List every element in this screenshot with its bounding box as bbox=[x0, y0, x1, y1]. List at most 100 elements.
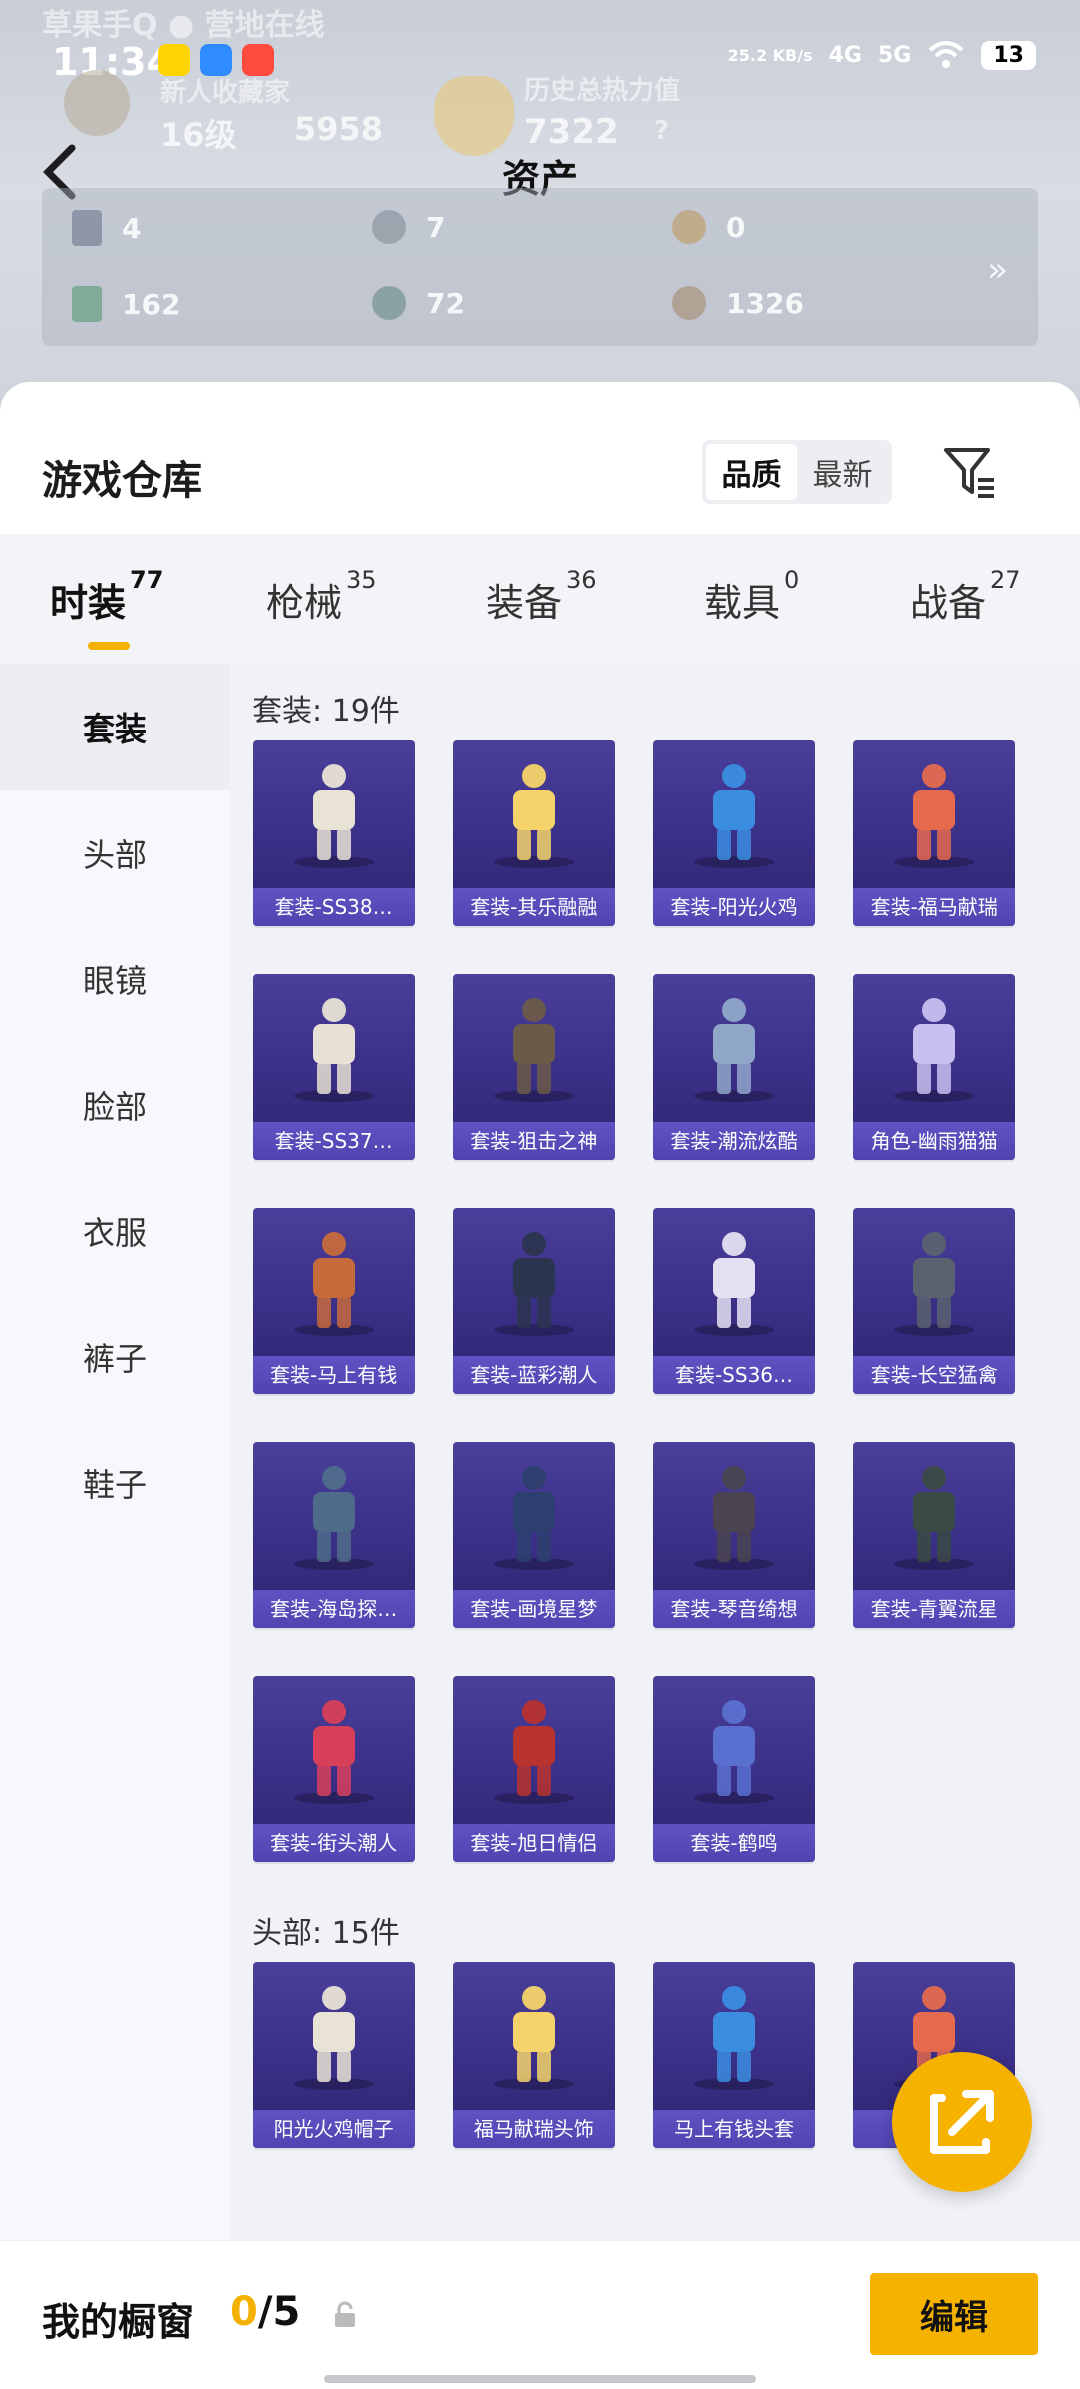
coin-a-icon bbox=[672, 210, 706, 244]
header-background: 草果手Q ● 营地在线 11:34 25.2 KB/s 4G 5G 13 新人收… bbox=[0, 0, 1080, 420]
item-card[interactable]: 套装-SS38… bbox=[252, 740, 415, 926]
item-thumbnail bbox=[694, 1466, 774, 1570]
status-indicators: 25.2 KB/s 4G 5G 13 bbox=[728, 40, 1036, 70]
points-value: 5958 bbox=[294, 110, 384, 148]
item-card[interactable]: 套装-海岛探… bbox=[252, 1442, 415, 1628]
badge-icon bbox=[64, 70, 130, 136]
item-card[interactable]: 套装-街头潮人 bbox=[252, 1676, 415, 1862]
asset-panel[interactable]: 4 7 0 162 72 1326 » bbox=[42, 188, 1038, 346]
item-label: 套装-琴音绮想 bbox=[653, 1590, 815, 1628]
item-label: 套装-马上有钱 bbox=[252, 1356, 415, 1394]
item-thumbnail bbox=[694, 1232, 774, 1336]
item-thumbnail bbox=[694, 998, 774, 1102]
section-title-head: 头部: 15件 bbox=[252, 1916, 400, 1951]
item-thumbnail bbox=[293, 1466, 374, 1570]
share-button[interactable] bbox=[892, 2052, 1032, 2192]
item-card[interactable]: 阳光火鸡帽子 bbox=[252, 1962, 415, 2148]
heat-label: 历史总热力值 bbox=[524, 76, 681, 106]
side-item-suit[interactable]: 套装 bbox=[0, 664, 230, 790]
item-label: 套装-蓝彩潮人 bbox=[452, 1356, 615, 1394]
asset-gem: 72 bbox=[372, 286, 465, 320]
help-icon[interactable]: ? bbox=[654, 116, 669, 146]
net-1: 4G bbox=[828, 42, 862, 68]
filter-icon[interactable] bbox=[942, 444, 998, 500]
level-label: 新人收藏家 bbox=[160, 78, 291, 108]
heat-value: 7322 bbox=[524, 112, 619, 152]
side-item-head[interactable]: 头部 bbox=[0, 790, 230, 916]
wifi-icon bbox=[929, 41, 964, 68]
warehouse-title: 游戏仓库 bbox=[42, 458, 202, 504]
item-thumbnail bbox=[493, 764, 574, 868]
item-card[interactable]: 套装-狙击之神 bbox=[452, 974, 615, 1160]
item-thumbnail bbox=[293, 998, 374, 1102]
side-item-shoes[interactable]: 鞋子 bbox=[0, 1420, 230, 1546]
net-2: 5G bbox=[878, 42, 912, 68]
item-thumbnail bbox=[293, 764, 374, 868]
asset-coin-s: 7 bbox=[372, 210, 445, 244]
item-card[interactable]: 套装-潮流炫酷 bbox=[653, 974, 815, 1160]
item-label: 福马献瑞头饰 bbox=[452, 2110, 615, 2148]
sort-toggle: 品质 最新 bbox=[702, 440, 892, 504]
item-card[interactable]: 马上有钱头套 bbox=[653, 1962, 815, 2148]
showcase-counter: 0/5 bbox=[230, 2289, 301, 2335]
item-card[interactable]: 套装-长空猛禽 bbox=[853, 1208, 1016, 1394]
item-card[interactable]: 套装-其乐融融 bbox=[452, 740, 615, 926]
item-card[interactable]: 套装-马上有钱 bbox=[252, 1208, 415, 1394]
item-card[interactable]: 福马献瑞头饰 bbox=[452, 1962, 615, 2148]
home-indicator[interactable] bbox=[324, 2375, 756, 2383]
item-card[interactable]: 套装-福马献瑞 bbox=[853, 740, 1016, 926]
item-card[interactable]: 套装-旭日情侣 bbox=[452, 1676, 615, 1862]
item-card[interactable]: 套装-蓝彩潮人 bbox=[452, 1208, 615, 1394]
item-thumbnail bbox=[293, 1232, 374, 1336]
item-label: 套装-狙击之神 bbox=[452, 1122, 615, 1160]
item-card[interactable]: 套装-画境星梦 bbox=[452, 1442, 615, 1628]
item-card[interactable]: 套装-青翼流星 bbox=[853, 1442, 1016, 1628]
asset-bronze-coin: 1326 bbox=[672, 286, 804, 320]
item-label: 套装-其乐融融 bbox=[452, 888, 615, 926]
item-card[interactable]: 套装-琴音绮想 bbox=[653, 1442, 815, 1628]
section-title-suits: 套装: 19件 bbox=[252, 694, 400, 729]
tab-vehicles[interactable]: 载具0 bbox=[704, 566, 799, 627]
item-label: 角色-幽雨猫猫 bbox=[853, 1122, 1016, 1160]
side-item-glasses[interactable]: 眼镜 bbox=[0, 916, 230, 1042]
side-item-clothes[interactable]: 衣服 bbox=[0, 1168, 230, 1294]
item-card[interactable]: 套装-阳光火鸡 bbox=[653, 740, 815, 926]
bronze-coin-icon bbox=[672, 286, 706, 320]
item-thumbnail bbox=[694, 1700, 774, 1804]
item-card[interactable]: 角色-幽雨猫猫 bbox=[853, 974, 1016, 1160]
sort-quality-button[interactable]: 品质 bbox=[706, 444, 797, 500]
online-text: 草果手Q ● 营地在线 bbox=[42, 8, 325, 43]
item-label: 套装-鹤鸣 bbox=[653, 1824, 815, 1862]
tab-weapons[interactable]: 枪械35 bbox=[266, 566, 377, 627]
asset-ticket: 162 bbox=[72, 286, 180, 322]
net-speed: 25.2 KB/s bbox=[727, 45, 813, 65]
tab-supplies[interactable]: 战备27 bbox=[910, 566, 1021, 627]
side-item-face[interactable]: 脸部 bbox=[0, 1042, 230, 1168]
tab-fashion[interactable]: 时装77 bbox=[50, 566, 163, 650]
item-card[interactable]: 套装-SS37… bbox=[252, 974, 415, 1160]
item-label: 套装-阳光火鸡 bbox=[653, 888, 815, 926]
item-label: 套装-画境星梦 bbox=[452, 1590, 615, 1628]
ticket-icon bbox=[72, 286, 102, 322]
side-item-pants[interactable]: 裤子 bbox=[0, 1294, 230, 1420]
item-card[interactable]: 套装-鹤鸣 bbox=[653, 1676, 815, 1862]
edit-button[interactable]: 编辑 bbox=[870, 2273, 1038, 2355]
active-tab-indicator bbox=[88, 642, 130, 650]
item-thumbnail bbox=[694, 1986, 774, 2090]
item-card[interactable]: 套装-SS36… bbox=[653, 1208, 815, 1394]
item-thumbnail bbox=[493, 1986, 574, 2090]
item-thumbnail bbox=[293, 1986, 374, 2090]
item-thumbnail bbox=[293, 1700, 374, 1804]
tab-equipment[interactable]: 装备36 bbox=[486, 566, 597, 627]
showcase-title: 我的橱窗 bbox=[42, 2300, 195, 2344]
item-label: 套装-街头潮人 bbox=[252, 1824, 415, 1862]
item-thumbnail bbox=[493, 1466, 574, 1570]
sort-newest-button[interactable]: 最新 bbox=[797, 444, 888, 500]
gem-icon bbox=[372, 286, 406, 320]
item-thumbnail bbox=[694, 764, 774, 868]
coin-s-icon bbox=[372, 210, 406, 244]
category-tabs: 时装77 枪械35 装备36 载具0 战备27 bbox=[0, 534, 1080, 664]
assets-more-icon[interactable]: » bbox=[987, 250, 1008, 290]
item-label: 套装-福马献瑞 bbox=[853, 888, 1016, 926]
item-label: 套装-旭日情侣 bbox=[452, 1824, 615, 1862]
